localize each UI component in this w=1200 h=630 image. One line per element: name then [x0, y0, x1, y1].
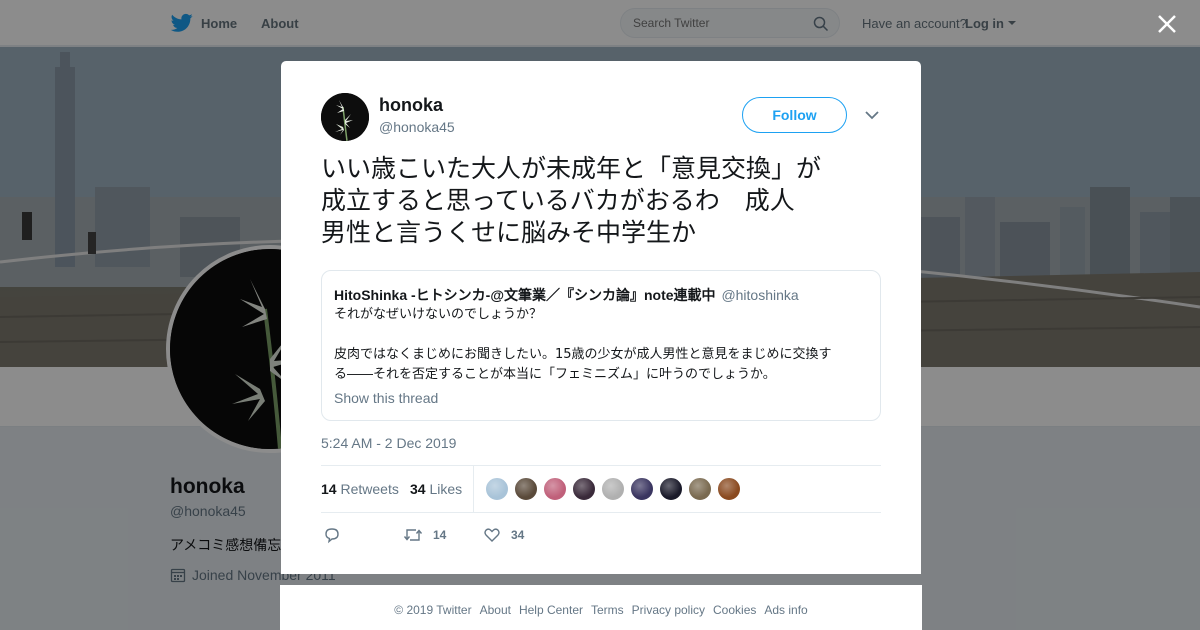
liker-avatar[interactable]	[717, 477, 741, 501]
retweet-count: 14	[433, 528, 447, 542]
tweet-text: いい歳こいた大人が未成年と「意見交換」が 成立すると思っているバカがおるわ 成人…	[321, 154, 822, 247]
quoted-author-handle: @hitoshinka	[721, 287, 799, 303]
close-icon[interactable]	[1155, 12, 1179, 36]
lily-flower-image	[321, 93, 369, 141]
likes-stat[interactable]: 34 Likes	[410, 481, 462, 497]
liker-avatar[interactable]	[572, 477, 596, 501]
quoted-tweet-header: HitoShinka -ヒトシンカ-@文筆業／『シンカ論』note連載中 @hi…	[334, 285, 799, 305]
tweet-author-name[interactable]: honoka	[379, 95, 443, 116]
tweet-author-handle[interactable]: @honoka45	[379, 119, 455, 135]
tweet-author-avatar[interactable]	[321, 93, 369, 141]
liker-avatar[interactable]	[485, 477, 509, 501]
footer-links: © 2019 Twitter About Help Center Terms Priva…	[280, 603, 922, 617]
tweet-timestamp[interactable]: 5:24 AM - 2 Dec 2019	[321, 435, 456, 451]
quoted-tweet-text: それがなぜいけないのでしょうか？ 皮肉ではなくまじめにお聞きしたい。15歳の少女…	[334, 307, 832, 382]
retweet-button[interactable]: 14	[403, 526, 446, 544]
retweets-label: Retweets	[340, 481, 399, 497]
footer: © 2019 Twitter About Help Center Terms Priva…	[280, 585, 922, 630]
footer-link[interactable]: Privacy policy	[632, 603, 705, 617]
retweets-stat[interactable]: 14 Retweets	[321, 481, 399, 497]
likes-label: Likes	[429, 481, 463, 497]
liker-avatar[interactable]	[514, 477, 538, 501]
liker-avatar[interactable]	[630, 477, 654, 501]
retweet-icon	[403, 529, 423, 541]
footer-link[interactable]: Terms	[591, 603, 624, 617]
reply-icon	[325, 528, 339, 544]
liker-avatar[interactable]	[688, 477, 712, 501]
quoted-author-name: HitoShinka -ヒトシンカ-@文筆業／『シンカ論』note連載中	[334, 287, 716, 303]
follow-button[interactable]: Follow	[742, 97, 847, 133]
show-thread-link[interactable]: Show this thread	[334, 390, 438, 406]
footer-link[interactable]: Help Center	[519, 603, 583, 617]
liker-avatar[interactable]	[601, 477, 625, 501]
footer-link[interactable]: Ads info	[764, 603, 807, 617]
copyright-text: © 2019 Twitter	[394, 603, 472, 617]
liker-avatar[interactable]	[543, 477, 567, 501]
liker-avatar[interactable]	[659, 477, 683, 501]
stat-divider	[473, 466, 474, 513]
heart-icon	[484, 528, 500, 542]
likes-count: 34	[410, 481, 426, 497]
tweet-stats: 14 Retweets 34 Likes	[321, 465, 881, 513]
chevron-down-icon[interactable]	[864, 109, 880, 121]
tweet-modal: honoka @honoka45 Follow いい歳こいた大人が未成年と「意見…	[281, 61, 921, 574]
reply-button[interactable]	[323, 526, 341, 544]
retweets-count: 14	[321, 481, 337, 497]
footer-link[interactable]: Cookies	[713, 603, 756, 617]
like-button[interactable]: 34	[483, 526, 524, 544]
tweet-actions: 14 34	[321, 521, 881, 551]
like-count: 34	[511, 528, 525, 542]
footer-link[interactable]: About	[480, 603, 511, 617]
quoted-tweet[interactable]: HitoShinka -ヒトシンカ-@文筆業／『シンカ論』note連載中 @hi…	[321, 270, 881, 421]
